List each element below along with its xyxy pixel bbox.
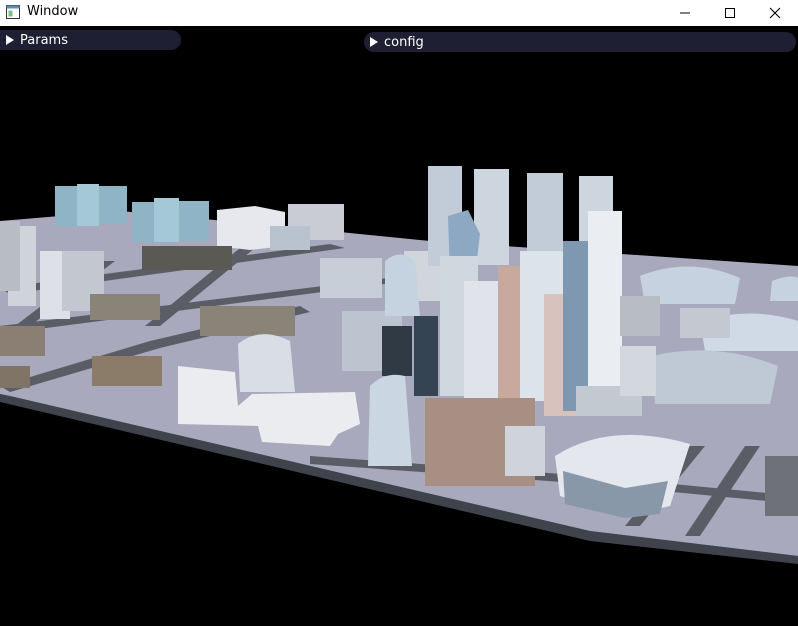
city-scene bbox=[0, 166, 798, 564]
params-panel-header[interactable]: Params bbox=[0, 30, 181, 50]
config-panel-header[interactable]: config bbox=[364, 32, 796, 52]
params-panel-label: Params bbox=[20, 32, 68, 48]
maximize-button[interactable] bbox=[707, 0, 753, 26]
3d-viewport[interactable]: Params config bbox=[0, 26, 798, 626]
close-icon bbox=[769, 7, 781, 19]
triangle-right-icon bbox=[370, 37, 378, 47]
maximize-icon bbox=[725, 8, 735, 18]
close-button[interactable] bbox=[752, 0, 798, 26]
minimize-icon bbox=[680, 12, 690, 14]
window-title: Window bbox=[27, 4, 79, 19]
minimize-button[interactable] bbox=[662, 0, 708, 26]
triangle-right-icon bbox=[6, 35, 14, 45]
title-bar[interactable]: Window bbox=[0, 0, 798, 26]
config-panel-label: config bbox=[384, 34, 424, 50]
dark-low-block bbox=[142, 246, 232, 270]
window-app-icon bbox=[6, 5, 20, 19]
